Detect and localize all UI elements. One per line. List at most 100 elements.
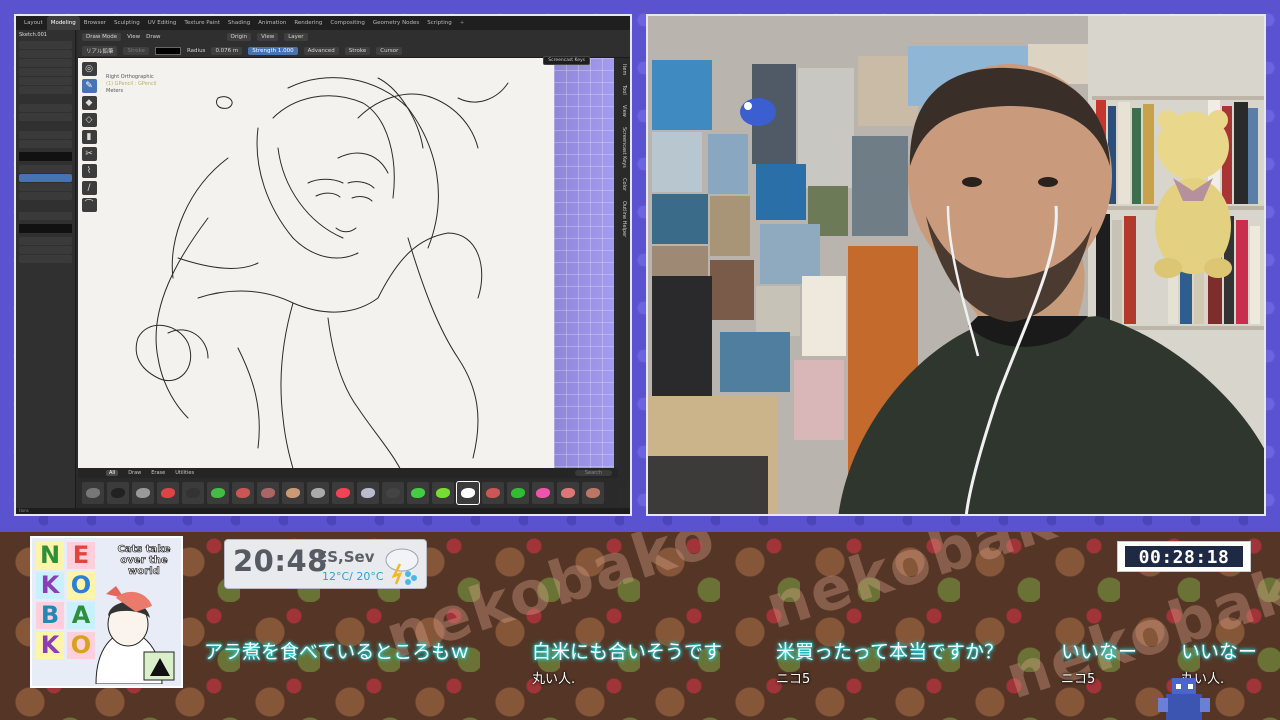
layer-dropdown[interactable]: Layer [284,33,308,41]
draw-menu[interactable]: Draw [146,34,160,40]
color-swatch[interactable] [154,47,181,55]
property-row[interactable] [19,237,72,245]
workspace-tab[interactable]: Browser [80,16,110,30]
brush-filter-tab[interactable]: All [106,470,119,476]
erase-tool-icon[interactable]: ◇ [81,113,97,127]
rain-cloud-icon [385,548,419,585]
layer-row-selected[interactable] [19,174,72,182]
brush-preset-icon[interactable] [532,482,554,504]
outliner-row[interactable] [19,131,72,139]
sidebar-tab[interactable]: Outline Helper [621,201,627,237]
brush-preset-icon[interactable] [357,482,379,504]
workspace-tab[interactable]: Shading [224,16,254,30]
outliner-row[interactable] [19,77,72,85]
property-row[interactable] [19,246,72,254]
brush-preset-icon[interactable] [507,482,529,504]
property-row[interactable] [19,212,72,220]
workspace-tab[interactable]: + [456,16,469,30]
workspace-tab[interactable]: Geometry Nodes [369,16,423,30]
brush-stroke-preview [311,488,325,498]
brush-preset-icon[interactable] [332,482,354,504]
view-menu[interactable]: View [127,34,140,40]
color-slot[interactable] [19,224,72,233]
sidebar-tab[interactable]: Color [621,178,627,191]
brush-search-input[interactable]: Search [574,470,612,476]
radius-field[interactable]: 0.076 m [211,47,243,55]
outliner-row[interactable] [19,41,72,49]
line-tool-icon[interactable]: ∕ [81,181,97,195]
chat-comment: 米買ったって本当ですか？ ニコ5 [776,637,1003,687]
outliner-row[interactable] [19,68,72,76]
brush-preset-icon[interactable] [107,482,129,504]
brush-filter-tab[interactable]: Utilities [175,470,194,476]
comment-text: 米買ったって本当ですか？ [776,641,1004,663]
workspace-tab[interactable]: UV Editing [144,16,181,30]
brush-preset-icon[interactable] [432,482,454,504]
brush-stroke-preview [536,488,550,498]
brush-filter-tab[interactable]: Draw [128,470,141,476]
brush-preset-icon[interactable] [132,482,154,504]
sidebar-tab[interactable]: Screencast Keys [621,127,627,168]
brush-preset-icon[interactable] [382,482,404,504]
brush-preset-icon[interactable] [582,482,604,504]
view-dropdown[interactable]: View [257,33,279,41]
brush-preset-icon[interactable] [557,482,579,504]
outliner-row[interactable] [19,50,72,58]
outliner-row[interactable] [19,59,72,67]
stroke-field[interactable]: Stroke [123,47,149,55]
curve-tool-icon[interactable]: ⌒ [81,198,97,212]
workspace-tab[interactable]: Rendering [290,16,326,30]
brush-asset-bar: All Draw Erase Utilities Search [78,468,618,478]
brush-preset-icon[interactable] [232,482,254,504]
brush-filter-tab[interactable]: Erase [151,470,165,476]
brush-preset-icon[interactable] [282,482,304,504]
workspace-tab[interactable]: Layout [20,16,47,30]
property-row[interactable] [19,165,72,173]
workspace-tab[interactable]: Scripting [423,16,455,30]
strength-field[interactable]: Strength 1.000 [248,47,298,55]
brush-preset-icon[interactable] [182,482,204,504]
brush-preset-icon[interactable] [82,482,104,504]
brush-preset-icon[interactable] [257,482,279,504]
outliner-row[interactable] [19,113,72,121]
eyedropper-tool-icon[interactable]: ⌇ [81,164,97,178]
property-row[interactable] [19,183,72,191]
color-slot[interactable] [19,152,72,161]
brush-preset-icon[interactable] [207,482,229,504]
brush-preset-icon[interactable] [407,482,429,504]
brush-preset-icon[interactable] [456,481,480,505]
brush-preset-icon[interactable] [307,482,329,504]
workspace-tab[interactable]: Compositing [326,16,368,30]
tint-tool-icon[interactable]: ▮ [81,130,97,144]
stroke-dropdown[interactable]: Stroke [344,47,371,55]
sidebar-tab[interactable]: View [621,105,627,117]
draw-tool-icon[interactable]: ✎ [81,79,97,93]
fill-tool-icon[interactable]: ◆ [81,96,97,110]
workspace-tab[interactable]: Modeling [46,16,80,30]
workspace-tab[interactable]: Sculpting [110,16,144,30]
brush-stroke-preview [411,488,425,498]
brush-preset-icon[interactable] [157,482,179,504]
sidebar-tab[interactable]: Item [621,64,627,75]
status-bar: tions [16,508,630,514]
property-row[interactable] [19,255,72,263]
comment-text: いいなー [1181,641,1258,663]
cursor-dropdown[interactable]: Cursor [376,47,403,55]
cutter-tool-icon[interactable]: ✂ [81,147,97,161]
webcam-scene [648,16,1264,514]
origin-dropdown[interactable]: Origin [226,33,252,41]
outliner-row[interactable] [19,104,72,112]
screencast-keys-popup[interactable]: Screencast Keys [543,56,590,65]
drawing-canvas[interactable]: Right Orthographic (1) GPencil : GPencil… [78,58,614,486]
select-tool-icon[interactable]: ◎ [81,62,97,76]
outliner-row[interactable] [19,140,72,148]
brush-dropdown[interactable]: リアル鉛筆 [82,46,118,56]
outliner-row[interactable] [19,86,72,94]
mode-dropdown[interactable]: Draw Mode [82,33,122,41]
property-row[interactable] [19,192,72,200]
advanced-dropdown[interactable]: Advanced [303,47,339,55]
sidebar-tab[interactable]: Tool [621,85,627,95]
workspace-tab[interactable]: Animation [254,16,290,30]
brush-preset-icon[interactable] [482,482,504,504]
workspace-tab[interactable]: Texture Paint [180,16,224,30]
